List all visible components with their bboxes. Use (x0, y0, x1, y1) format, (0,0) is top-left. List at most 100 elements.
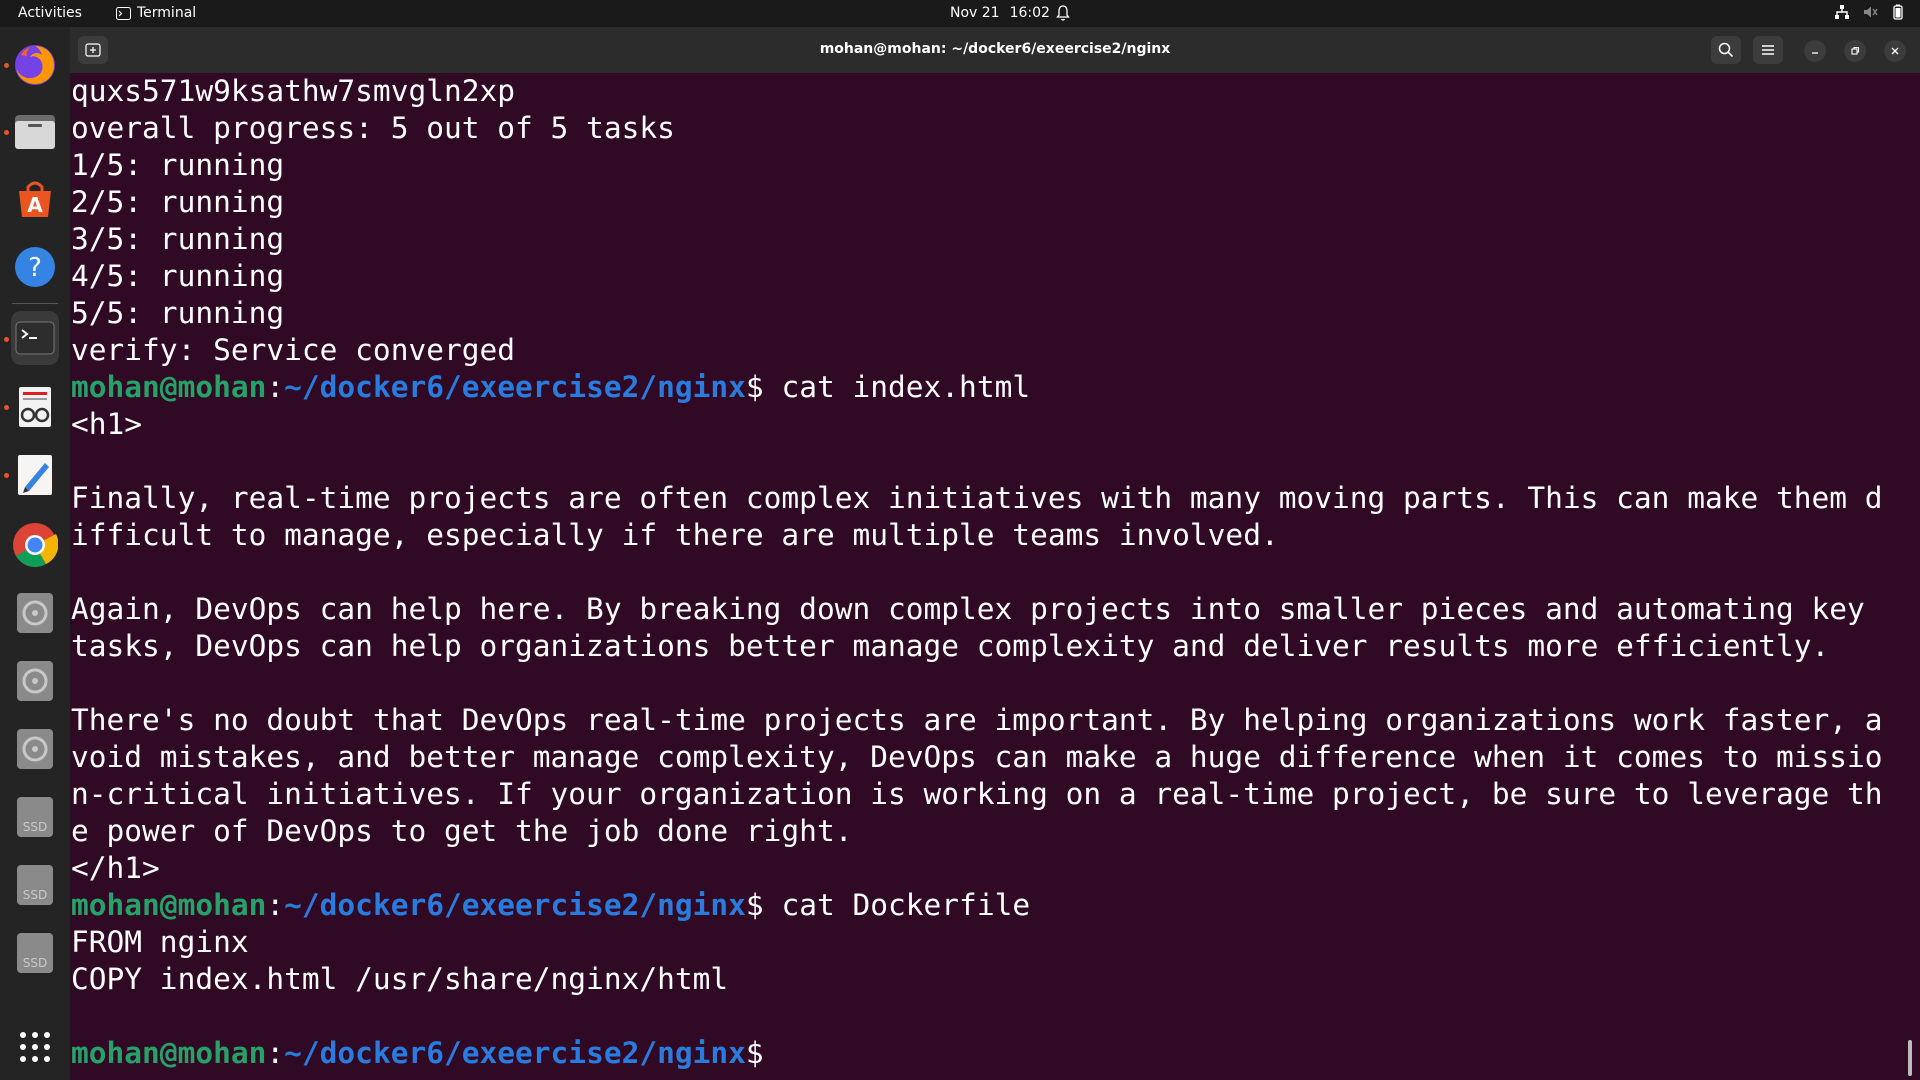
dock-item-files[interactable] (11, 107, 59, 155)
ssd-label: SSD (23, 956, 47, 970)
activities-button[interactable]: Activities (18, 5, 82, 21)
document-viewer-icon (19, 387, 51, 427)
svg-text:?: ? (28, 253, 42, 283)
dock-item-disk[interactable] (11, 657, 59, 705)
prompt-symbol: $ (745, 370, 764, 404)
running-indicator (4, 337, 9, 342)
prompt-symbol: $ (745, 888, 764, 922)
running-indicator (4, 473, 9, 478)
clock-date: Nov 21 (950, 5, 1000, 21)
output-line: n-critical initiatives. If your organiza… (71, 777, 1883, 811)
chrome-icon (13, 523, 58, 567)
prompt-line: mohan@mohan:~/docker6/exeercise2/nginx$ … (71, 369, 1911, 406)
output-line: There's no doubt that DevOps real-time p… (71, 703, 1883, 737)
window-title: mohan@mohan: ~/docker6/exeercise2/nginx (819, 41, 1171, 57)
prompt-user: mohan@mohan (71, 888, 267, 922)
dock-item-app-center[interactable]: A (11, 175, 59, 223)
prompt-path: ~/docker6/exeercise2/nginx (284, 1036, 746, 1070)
text-editor-icon (18, 455, 52, 495)
output-line: 3/5: running (71, 222, 285, 256)
prompt-line-current[interactable]: mohan@mohan:~/docker6/exeercise2/nginx$ (71, 1035, 1911, 1072)
minimize-icon (1812, 52, 1818, 54)
bell-icon[interactable] (1055, 4, 1071, 26)
show-apps-button[interactable] (11, 1023, 59, 1071)
search-button[interactable] (1711, 36, 1741, 64)
disk-icon (17, 661, 53, 701)
battery-icon (1893, 4, 1903, 20)
volume-muted-icon (1864, 6, 1878, 18)
output-line: Again, DevOps can help here. By breaking… (71, 592, 1865, 626)
network-icon (1835, 5, 1849, 19)
output-line: FROM nginx (71, 925, 249, 959)
output-line: verify: Service converged (71, 333, 516, 367)
running-indicator (4, 63, 9, 68)
running-indicator (4, 405, 9, 410)
output-line: ifficult to manage, especially if there … (71, 518, 1279, 552)
ssd-icon: SSD (17, 865, 53, 905)
dock-item-ssd[interactable]: SSD (11, 793, 59, 841)
close-icon (1891, 47, 1899, 55)
prompt-path: ~/docker6/exeercise2/nginx (284, 370, 746, 404)
firefox-icon (15, 45, 55, 85)
clock[interactable]: Nov 21 16:02 (950, 5, 1050, 21)
output-line: void mistakes, and better manage complex… (71, 740, 1883, 774)
dock: A ? SSD SSD SSD (0, 27, 70, 1080)
dock-item-chrome[interactable] (11, 521, 59, 569)
prompt-colon: : (266, 370, 285, 404)
output-line: </h1> (71, 851, 160, 885)
running-indicator (4, 130, 9, 135)
output-line: quxs571w9ksathw7smvgln2xp (71, 74, 516, 108)
top-bar: Activities Terminal Nov 21 16:02 (0, 0, 1920, 27)
svg-text:A: A (27, 193, 43, 217)
help-icon: ? (15, 247, 55, 287)
files-icon (15, 115, 55, 149)
terminal-scrollbar[interactable] (1908, 1040, 1912, 1076)
app-center-icon: A (19, 181, 51, 217)
dock-item-ssd[interactable]: SSD (11, 861, 59, 909)
clock-time: 16:02 (1009, 5, 1050, 21)
minimize-button[interactable] (1804, 40, 1826, 62)
dock-separator (12, 303, 58, 304)
dock-item-terminal[interactable] (11, 311, 59, 365)
menu-button[interactable] (1753, 36, 1783, 64)
ssd-icon: SSD (17, 797, 53, 837)
dock-item-firefox[interactable] (11, 41, 59, 89)
prompt-user: mohan@mohan (71, 1036, 267, 1070)
output-line: e power of DevOps to get the job done ri… (71, 814, 853, 848)
prompt-user: mohan@mohan (71, 370, 267, 404)
terminal-small-icon (116, 6, 131, 20)
search-icon (1718, 42, 1734, 58)
dock-item-help[interactable]: ? (11, 243, 59, 291)
restore-icon (1851, 46, 1860, 55)
restore-button[interactable] (1844, 40, 1866, 62)
command-text: cat Dockerfile (763, 888, 1031, 922)
prompt-line: mohan@mohan:~/docker6/exeercise2/nginx$ … (71, 887, 1911, 924)
output-line: 4/5: running (71, 259, 285, 293)
ssd-label: SSD (23, 820, 47, 834)
ssd-icon: SSD (17, 933, 53, 973)
output-line: 2/5: running (71, 185, 285, 219)
command-text: cat index.html (763, 370, 1031, 404)
prompt-symbol: $ (745, 1036, 764, 1070)
dock-item-ssd[interactable]: SSD (11, 929, 59, 977)
output-line: COPY index.html /usr/share/nginx/html (71, 962, 729, 996)
terminal-output[interactable]: quxs571w9ksathw7smvgln2xp overall progre… (70, 73, 1911, 1080)
close-button[interactable] (1884, 40, 1906, 62)
app-menu[interactable]: Terminal (116, 5, 196, 21)
terminal-icon (15, 321, 55, 355)
dock-item-disk[interactable] (11, 589, 59, 637)
dock-item-document-viewer[interactable] (11, 383, 59, 431)
output-line: Finally, real-time projects are often co… (71, 481, 1883, 515)
output-line: tasks, DevOps can help organizations bet… (71, 629, 1830, 663)
prompt-colon: : (266, 888, 285, 922)
output-line: overall progress: 5 out of 5 tasks (71, 111, 675, 145)
prompt-colon: : (266, 1036, 285, 1070)
dock-item-disk[interactable] (11, 725, 59, 773)
system-tray[interactable] (1834, 4, 1906, 20)
hamburger-icon (1762, 45, 1774, 55)
dock-item-text-editor[interactable] (11, 451, 59, 499)
